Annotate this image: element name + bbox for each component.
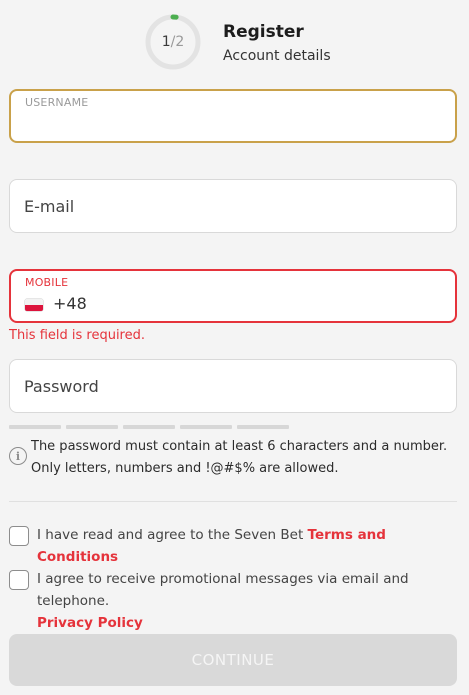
password-input[interactable] [10, 360, 456, 412]
mobile-field[interactable]: MOBILE +48 [9, 269, 457, 323]
info-icon: i [9, 447, 27, 465]
password-field[interactable] [9, 359, 457, 413]
password-strength-meter [9, 425, 289, 429]
step-current: 1 [161, 34, 171, 50]
strength-segment [180, 425, 232, 429]
poland-flag-icon[interactable] [25, 299, 43, 311]
privacy-policy-link[interactable]: Privacy Policy [37, 615, 143, 631]
terms-text: I have read and agree to the Seven Bet [37, 527, 308, 543]
mobile-label: MOBILE [25, 276, 69, 289]
promo-checkbox[interactable] [9, 570, 29, 590]
mobile-prefix: +48 [53, 294, 87, 313]
username-input[interactable] [11, 91, 455, 141]
step-counter: 1/2 [145, 14, 201, 70]
terms-checkbox[interactable] [9, 526, 29, 546]
step-total: /2 [170, 34, 185, 50]
strength-segment [9, 425, 61, 429]
password-hint-line-2: Only letters, numbers and !@#$% are allo… [31, 461, 339, 476]
email-field[interactable] [9, 179, 457, 233]
register-header: 1/2 Register Account details [0, 0, 469, 80]
page-title: Register [223, 22, 304, 42]
promo-label: I agree to receive promotional messages … [37, 568, 469, 634]
strength-segment [66, 425, 118, 429]
promo-text: I agree to receive promotional messages … [37, 571, 409, 609]
divider [9, 501, 457, 502]
password-hint: The password must contain at least 6 cha… [31, 436, 461, 480]
mobile-error-message: This field is required. [9, 328, 145, 343]
strength-segment [123, 425, 175, 429]
terms-label: I have read and agree to the Seven Bet T… [37, 524, 469, 568]
continue-button[interactable]: CONTINUE [9, 634, 457, 686]
email-input[interactable] [10, 180, 456, 232]
strength-segment [237, 425, 289, 429]
username-field[interactable]: USERNAME [9, 89, 457, 143]
page-subtitle: Account details [223, 48, 331, 64]
password-hint-line-1: The password must contain at least 6 cha… [31, 439, 448, 454]
